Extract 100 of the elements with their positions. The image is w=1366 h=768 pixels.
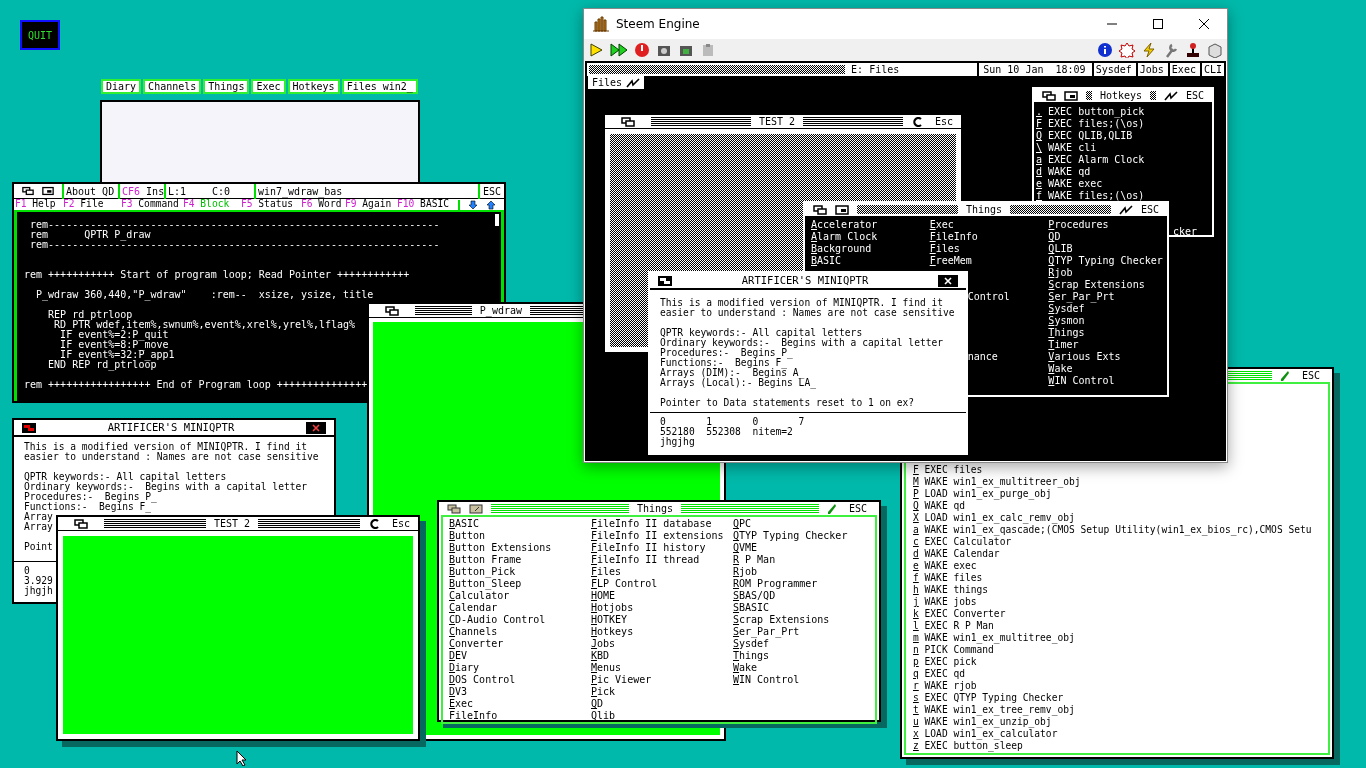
program-entry[interactable]: Scrap Extensions — [733, 614, 830, 626]
program-entry[interactable]: FLP Control — [591, 578, 658, 590]
program-entry[interactable]: FileInfo — [929, 231, 978, 243]
function-key[interactable]: F6 Word — [301, 197, 345, 212]
program-entry[interactable]: Things — [1048, 327, 1085, 339]
files-tab[interactable]: Files — [588, 76, 645, 89]
shortcut-entry[interactable]: q EXEC qd — [913, 668, 965, 680]
shortcut-entry[interactable]: e WAKE exec — [913, 560, 977, 572]
fast-forward-icon[interactable] — [610, 42, 628, 58]
info-icon[interactable] — [1097, 42, 1113, 58]
program-entry[interactable]: Qlib — [591, 710, 616, 722]
function-key[interactable]: F9 Again — [345, 197, 397, 212]
close-icon[interactable] — [306, 421, 326, 434]
resize-icon[interactable] — [42, 186, 54, 196]
shortcut-entry[interactable]: m WAKE win1_ex_multitree_obj — [913, 632, 1075, 644]
program-entry[interactable]: Timer — [1048, 339, 1079, 351]
program-entry[interactable]: R P Man — [733, 554, 776, 566]
program-entry[interactable]: DV3 — [449, 686, 468, 698]
pen-icon[interactable] — [826, 502, 837, 515]
program-entry[interactable]: Button — [449, 530, 486, 542]
move-icon[interactable] — [22, 186, 34, 196]
shortcut-entry[interactable]: d WAKE qd — [1036, 166, 1091, 178]
status-button[interactable]: Jobs — [1135, 62, 1166, 77]
launcher-tab[interactable]: Channels — [143, 79, 202, 94]
program-entry[interactable]: FileInfo II history — [591, 542, 706, 554]
status-button[interactable]: Exec — [1167, 62, 1198, 77]
program-entry[interactable]: Pick — [591, 686, 616, 698]
zigzag-icon[interactable] — [626, 77, 641, 88]
shortcut-entry[interactable]: f WAKE files;(\os) — [1036, 190, 1145, 202]
power-icon[interactable] — [634, 42, 650, 58]
shortcut-entry[interactable]: Q WAKE qd — [913, 500, 965, 512]
program-entry[interactable]: Rjob — [1048, 267, 1073, 279]
program-entry[interactable]: BASIC — [449, 518, 480, 530]
refresh-icon[interactable] — [910, 116, 923, 127]
program-entry[interactable]: Rjob — [733, 566, 758, 578]
program-entry[interactable]: Pic Viewer — [591, 674, 652, 686]
program-entry[interactable]: Converter — [449, 638, 504, 650]
program-entry[interactable]: FileInfo II extensions — [591, 530, 724, 542]
shortcut-entry[interactable]: p EXEC pick — [913, 656, 977, 668]
program-entry[interactable]: QTYP Typing Checker — [733, 530, 848, 542]
program-entry[interactable]: nance — [967, 351, 998, 363]
shortcut-entry[interactable]: cker — [1173, 226, 1198, 238]
move-icon[interactable] — [813, 204, 827, 215]
move-icon[interactable] — [22, 422, 36, 433]
program-entry[interactable]: FileInfo II database — [591, 518, 712, 530]
program-entry[interactable]: QTYP Typing Checker — [1048, 255, 1163, 267]
shortcut-entry[interactable]: F EXEC files — [913, 464, 983, 476]
shortcut-entry[interactable]: F EXEC files;(\os) — [1036, 118, 1145, 130]
program-entry[interactable]: QD — [591, 698, 604, 710]
escape-button[interactable]: ESC — [1185, 88, 1204, 103]
resize-icon[interactable] — [469, 503, 483, 514]
program-entry[interactable]: Accelerator — [811, 219, 878, 231]
program-entry[interactable]: FreeMem — [929, 255, 972, 267]
escape-button[interactable]: Esc — [930, 114, 957, 129]
program-entry[interactable]: Ser_Par_Prt — [733, 626, 800, 638]
about-label[interactable]: About QD — [62, 183, 118, 199]
play-icon[interactable] — [588, 42, 604, 58]
program-entry[interactable]: Calculator — [449, 590, 510, 602]
move-icon[interactable] — [74, 518, 88, 529]
move-icon[interactable] — [385, 305, 399, 316]
program-entry[interactable]: SBAS/QD — [733, 590, 776, 602]
program-entry[interactable]: HOME — [591, 590, 616, 602]
shortcut-entry[interactable]: e WAKE exec — [1036, 178, 1103, 190]
shortcut-entry[interactable]: t WAKE win1_ex_tree_remv_obj — [913, 704, 1075, 716]
launcher-tab[interactable]: Things — [203, 79, 250, 94]
program-entry[interactable]: FileInfo — [449, 710, 498, 722]
wrench-icon[interactable] — [1163, 42, 1179, 58]
function-key[interactable]: F1 Help — [15, 197, 63, 212]
program-entry[interactable]: Wake — [733, 662, 758, 674]
shortcut-entry[interactable]: X LOAD win1_ex_calc_remv_obj — [913, 512, 1075, 524]
function-key[interactable]: F3 Command — [121, 197, 183, 212]
shortcut-entry[interactable]: u WAKE win1_ex_unzip_obj — [913, 716, 1052, 728]
program-entry[interactable]: SBASIC — [733, 602, 770, 614]
shortcut-entry[interactable]: j WAKE jobs — [913, 596, 977, 608]
pen-icon[interactable] — [1279, 369, 1290, 382]
shortcut-entry[interactable]: z EXEC button_sleep — [913, 740, 1023, 752]
function-key[interactable]: F10 BASIC — [397, 197, 449, 212]
program-entry[interactable]: Menus — [591, 662, 622, 674]
lightning-icon[interactable] — [1141, 42, 1157, 58]
launcher-tab[interactable]: Hotkeys — [287, 79, 340, 94]
program-entry[interactable]: WIN Control — [1048, 375, 1115, 387]
shortcut-entry[interactable]: n PICK Command — [913, 644, 994, 656]
escape-button[interactable]: ESC — [1297, 368, 1324, 383]
zigzag-icon[interactable] — [1118, 204, 1133, 215]
box-icon[interactable] — [1207, 42, 1223, 58]
program-entry[interactable]: QVME — [733, 542, 758, 554]
program-entry[interactable]: Exec — [449, 698, 474, 710]
shortcut-entry[interactable]: Q EXEC QLIB,QLIB — [1036, 130, 1133, 142]
shortcut-entry[interactable]: c EXEC Calculator — [913, 536, 1012, 548]
insert-mode-label[interactable]: CF6 Ins — [118, 183, 164, 199]
program-entry[interactable]: WIN Control — [733, 674, 800, 686]
launcher-tab[interactable]: Diary — [101, 79, 142, 94]
program-entry[interactable]: Control — [967, 291, 1010, 303]
shortcut-entry[interactable]: x LOAD win1_ex_calculator — [913, 728, 1058, 740]
program-entry[interactable]: Hotjobs — [591, 602, 634, 614]
close-icon[interactable] — [938, 274, 958, 287]
program-entry[interactable]: Hotkeys — [591, 626, 634, 638]
zigzag-icon[interactable] — [1163, 90, 1178, 101]
quit-button[interactable]: QUIT — [20, 20, 60, 50]
program-entry[interactable]: Sysmon — [1048, 315, 1085, 327]
